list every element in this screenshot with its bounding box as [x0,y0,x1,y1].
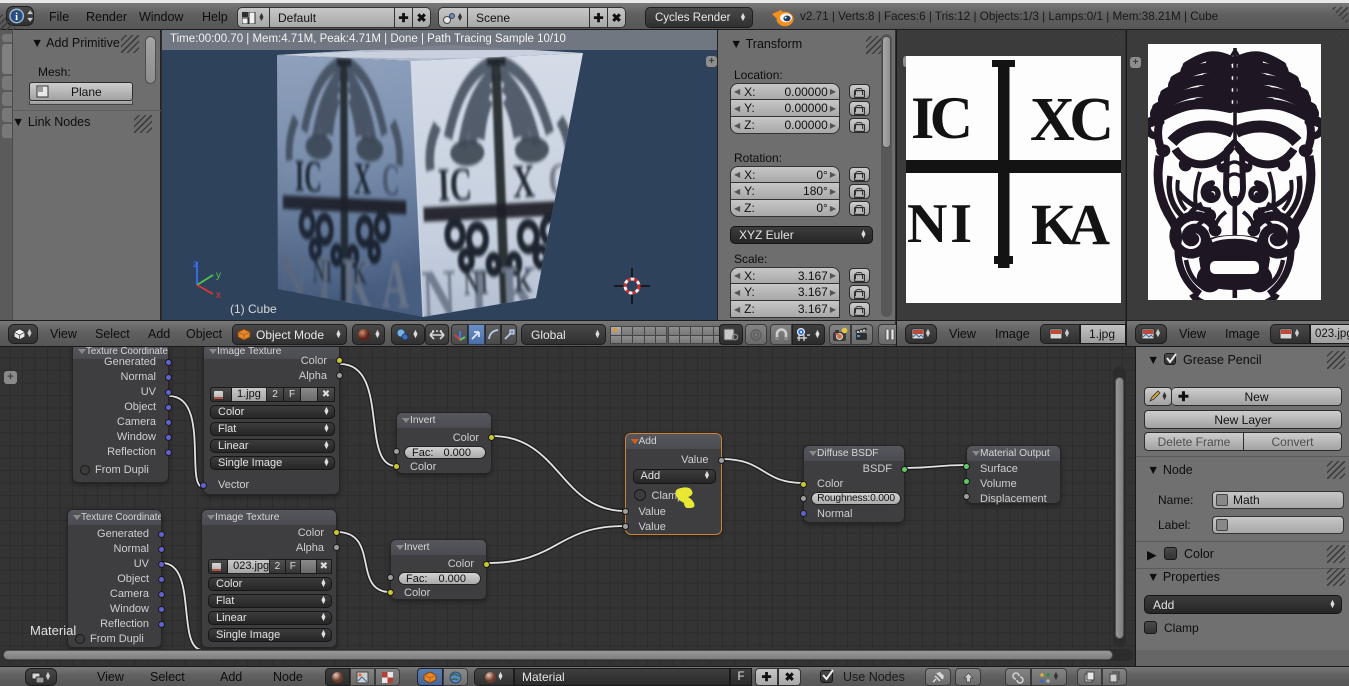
svg-text:XC: XC [1030,86,1114,154]
svg-text:i: i [15,12,18,23]
svg-text:z: z [193,259,198,270]
svg-text:y: y [216,270,221,281]
svg-text:NI: NI [907,193,972,255]
svg-text:x: x [216,290,221,301]
svg-text:IC: IC [911,85,973,151]
svg-text:KA: KA [1031,192,1110,257]
